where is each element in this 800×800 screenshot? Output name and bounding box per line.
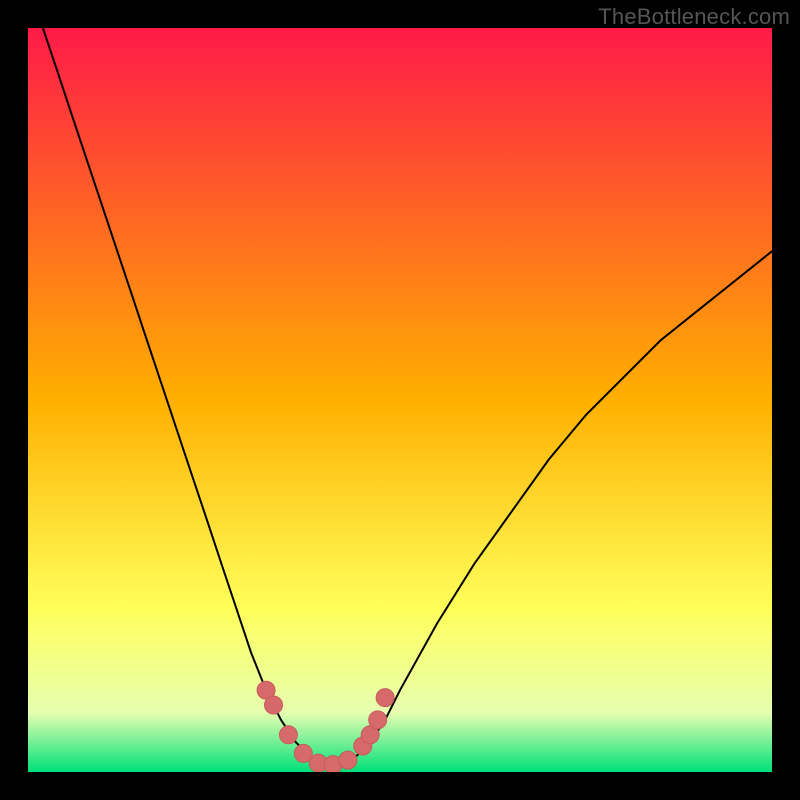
marker-point <box>265 696 283 714</box>
marker-point <box>369 711 387 729</box>
plot-area <box>28 28 772 772</box>
marker-point <box>376 689 394 707</box>
chart-container: TheBottleneck.com <box>0 0 800 800</box>
bottleneck-chart <box>28 28 772 772</box>
marker-point <box>279 726 297 744</box>
watermark-text: TheBottleneck.com <box>598 4 790 30</box>
marker-point <box>339 751 357 769</box>
gradient-background <box>28 28 772 772</box>
